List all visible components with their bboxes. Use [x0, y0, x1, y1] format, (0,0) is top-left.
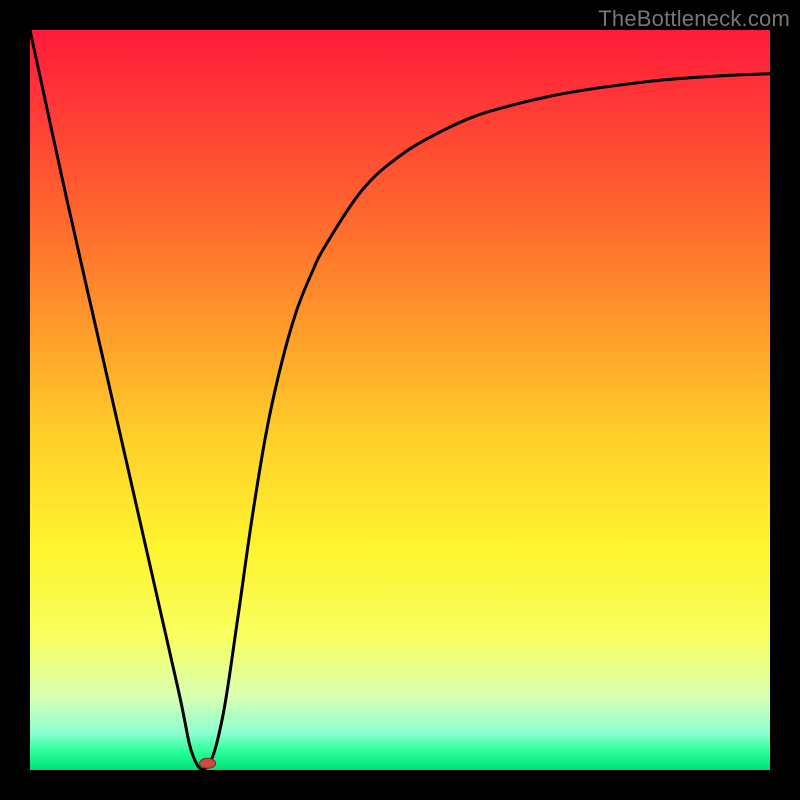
- watermark-text: TheBottleneck.com: [598, 6, 790, 32]
- plot-svg: [30, 30, 770, 770]
- plot-area: [30, 30, 770, 770]
- gradient-background: [30, 30, 770, 770]
- marker-dot: [200, 758, 216, 768]
- chart-container: TheBottleneck.com: [0, 0, 800, 800]
